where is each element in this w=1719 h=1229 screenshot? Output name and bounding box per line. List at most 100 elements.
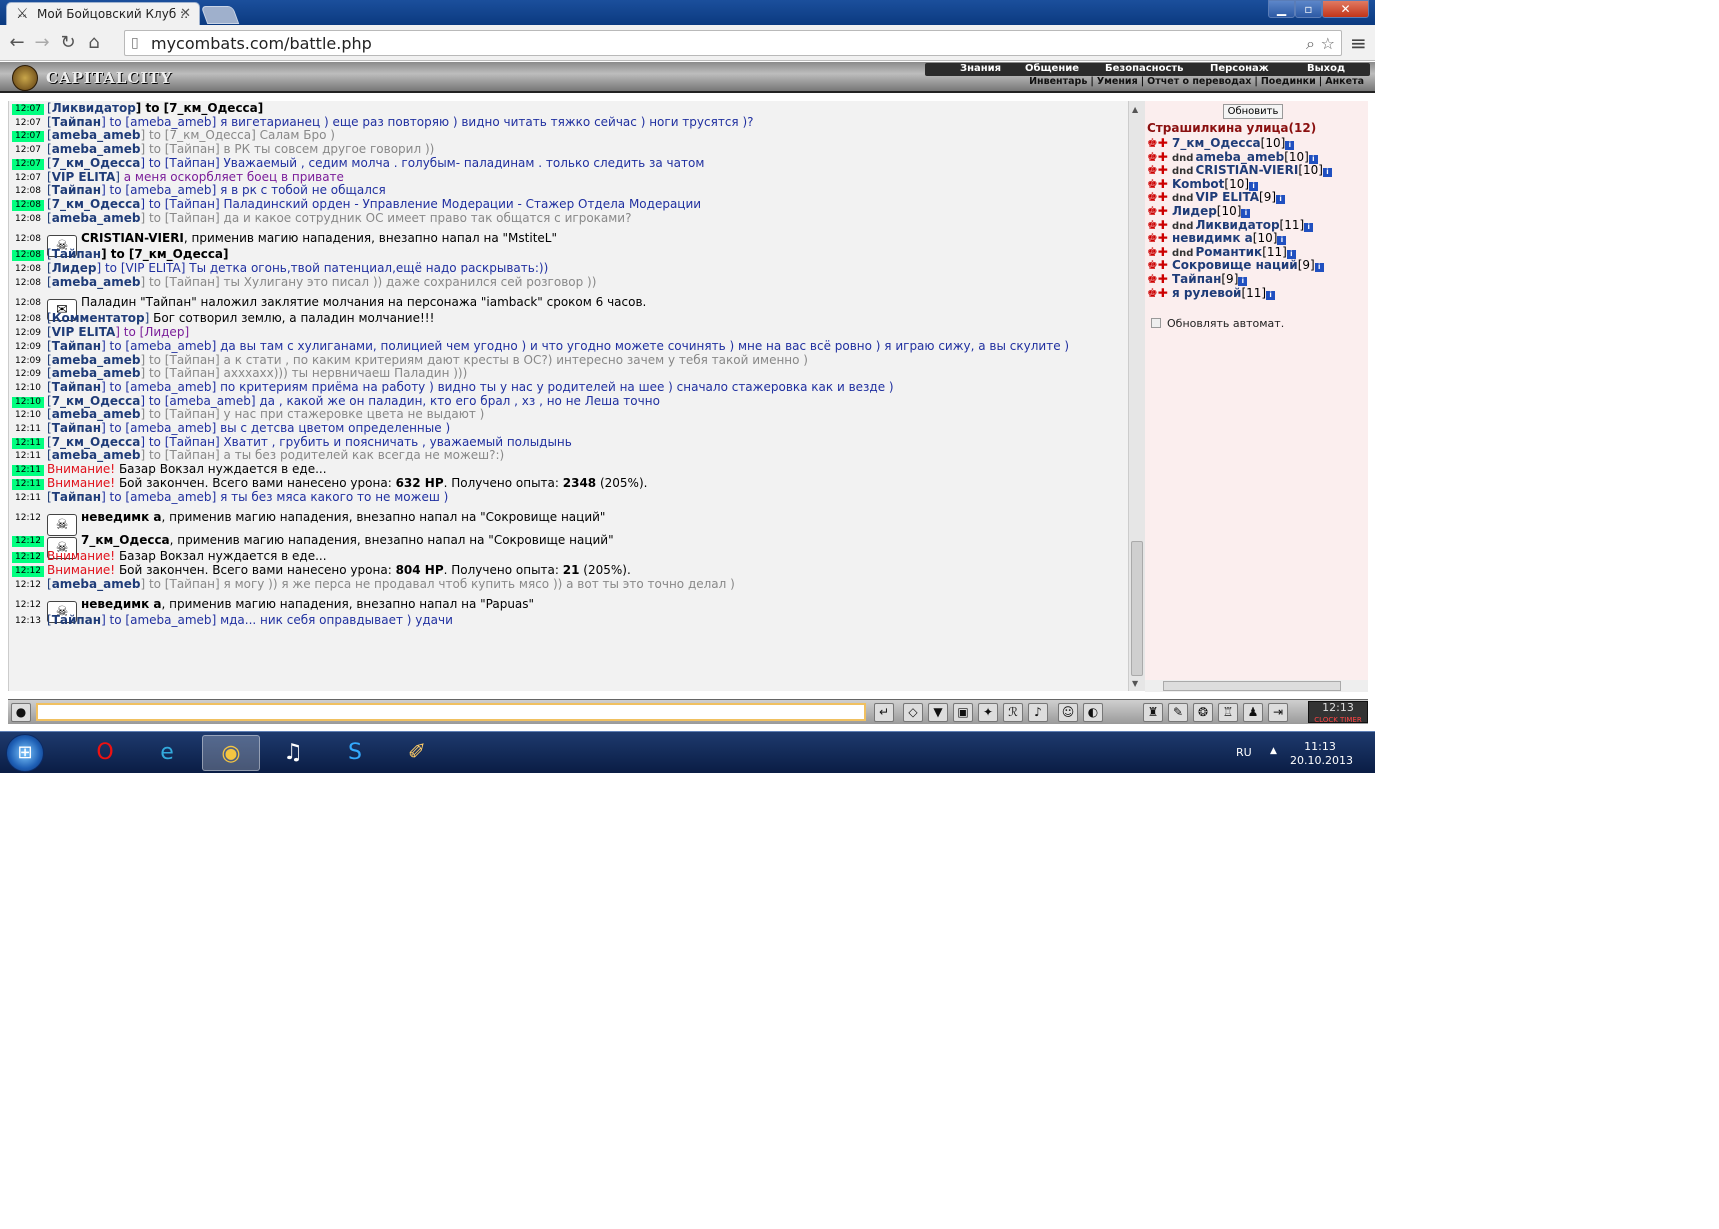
maximize-button[interactable]: ▫: [1295, 0, 1322, 18]
player-name[interactable]: Тайпан: [1172, 272, 1221, 286]
player-name[interactable]: Лидер: [1172, 204, 1217, 218]
browser-tab[interactable]: ⚔ Мой Бойцовский Клуб :: ✕: [6, 2, 200, 25]
scroll-up-icon[interactable]: ▲: [1132, 105, 1138, 114]
chat-timestamp[interactable]: 12:08: [12, 214, 44, 225]
chat-recipient-nick[interactable]: Тайпан: [169, 197, 215, 211]
forward-arrow-icon[interactable]: →: [31, 32, 53, 53]
chat-timestamp[interactable]: 12:08: [12, 186, 44, 197]
chat-recipient-nick[interactable]: ameba_ameb: [130, 183, 211, 197]
chat-sender-nick[interactable]: ameba_ameb: [52, 366, 141, 380]
attacker-nick[interactable]: CRISTIAN-VIERI: [81, 231, 184, 245]
tray-language[interactable]: RU: [1236, 746, 1252, 759]
menu-knowledge[interactable]: Знания: [960, 63, 1001, 74]
chat-recipient-nick[interactable]: ameba_ameb: [130, 339, 211, 353]
attacker-nick[interactable]: неведимк а: [81, 510, 162, 524]
attacker-nick[interactable]: 7_км_Одесса: [81, 533, 170, 547]
chat-recipient-nick[interactable]: 7_км_Одесса: [134, 247, 223, 261]
chat-recipient-nick[interactable]: Тайпан: [170, 353, 216, 367]
player-info-icon[interactable]: i: [1276, 195, 1286, 205]
chat-sender-nick[interactable]: ameba_ameb: [52, 407, 141, 421]
chat-sender-nick[interactable]: ameba_ameb: [52, 275, 141, 289]
sidebar-horizontal-scrollbar[interactable]: [1145, 680, 1368, 692]
player-name[interactable]: Сокровище наций: [1172, 258, 1298, 272]
send-icon[interactable]: ↵: [874, 703, 894, 722]
player-info-icon[interactable]: i: [1304, 222, 1314, 232]
fight-icon[interactable]: ✦: [978, 703, 998, 722]
chat-sender-nick[interactable]: 7_км_Одесса: [52, 394, 141, 408]
chat-timestamp[interactable]: 12:12: [12, 513, 44, 524]
player-info-icon[interactable]: i: [1314, 263, 1324, 273]
save-icon[interactable]: ▣: [953, 703, 973, 722]
game-logo[interactable]: CAPITALCITY: [12, 65, 172, 91]
chat-sender-nick[interactable]: Лидер: [52, 261, 97, 275]
tray-expand-icon[interactable]: ▲: [1270, 746, 1277, 756]
chat-mode-icon[interactable]: ●: [11, 703, 31, 722]
filter-icon[interactable]: ▼: [928, 703, 948, 722]
sound-icon[interactable]: ♪: [1028, 703, 1048, 722]
chat-recipient-nick[interactable]: 7_км_Одесса: [170, 128, 252, 142]
player-status-icon[interactable]: ♚✚: [1147, 286, 1172, 300]
player-status-icon[interactable]: ♚✚: [1147, 231, 1172, 245]
chat-timestamp[interactable]: 12:08: [12, 234, 44, 245]
new-tab-button[interactable]: [200, 6, 240, 24]
chat-timestamp[interactable]: 12:10: [12, 396, 44, 408]
player-name[interactable]: ameba_ameb: [1195, 150, 1284, 164]
player-name[interactable]: Ликвидатор: [1195, 218, 1279, 232]
chat-sender-nick[interactable]: ameba_ameb: [52, 448, 141, 462]
close-window-button[interactable]: ✕: [1322, 0, 1369, 18]
chat-timestamp[interactable]: 12:07: [12, 104, 44, 115]
submenu-inventory[interactable]: Инвентарь: [1026, 76, 1090, 87]
player-entry[interactable]: ♚✚ я рулевой[11] i: [1147, 286, 1276, 301]
tab-close-icon[interactable]: ✕: [180, 6, 191, 21]
chat-recipient-nick[interactable]: Лидер: [144, 325, 184, 339]
chat-sender-nick[interactable]: ameba_ameb: [52, 353, 141, 367]
chat-recipient-nick[interactable]: Тайпан: [170, 275, 216, 289]
chat-timestamp[interactable]: 12:07: [12, 131, 44, 143]
chat-sender-nick[interactable]: 7_км_Одесса: [52, 435, 141, 449]
player-status-icon[interactable]: ♚✚: [1147, 218, 1172, 232]
chat-recipient-nick[interactable]: ameba_ameb: [130, 421, 211, 435]
shop-icon[interactable]: ♟: [1243, 703, 1263, 722]
chat-recipient-nick[interactable]: ameba_ameb: [130, 613, 211, 627]
chat-timestamp[interactable]: 12:10: [12, 383, 44, 394]
audio-taskbar-icon[interactable]: ♫: [264, 735, 322, 771]
chat-recipient-nick[interactable]: 7_км_Одесса: [169, 101, 258, 115]
bookmark-star-icon[interactable]: ☆: [1321, 34, 1335, 53]
player-name[interactable]: VIP ELITA: [1195, 190, 1259, 204]
search-icon[interactable]: ⌕: [1306, 34, 1315, 54]
chat-sender-nick[interactable]: Комментатор: [52, 311, 145, 325]
chat-scrollbar[interactable]: ▲ ▼: [1128, 101, 1145, 691]
ie-taskbar-icon[interactable]: e: [138, 735, 196, 771]
skype-taskbar-icon[interactable]: S: [326, 735, 384, 771]
chat-timestamp[interactable]: 12:07: [12, 173, 44, 184]
chat-sender-nick[interactable]: 7_км_Одесса: [52, 197, 141, 211]
chat-timestamp[interactable]: 12:07: [12, 145, 44, 156]
bag-icon[interactable]: ♜: [1143, 703, 1163, 722]
submenu-profile[interactable]: Анкета: [1322, 76, 1367, 87]
chat-recipient-nick[interactable]: Тайпан: [170, 211, 216, 225]
chat-recipient-nick[interactable]: Тайпан: [170, 407, 216, 421]
menu-communication[interactable]: Общение: [1025, 63, 1079, 74]
player-name[interactable]: невидимк а: [1172, 231, 1253, 245]
scroll-thumb[interactable]: [1131, 541, 1143, 676]
refresh-button[interactable]: Обновить: [1223, 104, 1283, 119]
chat-sender-nick[interactable]: ameba_ameb: [52, 128, 141, 142]
chat-timestamp[interactable]: 12:11: [12, 493, 44, 504]
chat-sender-nick[interactable]: VIP ELITA: [52, 325, 116, 339]
auto-refresh-option[interactable]: Обновлять автомат.: [1151, 317, 1284, 330]
chat-timestamp[interactable]: 12:08: [12, 264, 44, 275]
chat-sender-nick[interactable]: ameba_ameb: [52, 577, 141, 591]
exit-door-icon[interactable]: ⇥: [1268, 703, 1288, 722]
submenu-transfers[interactable]: Отчет о переводах: [1144, 76, 1254, 87]
chat-timestamp[interactable]: 12:11: [12, 478, 44, 490]
player-name[interactable]: Kombot: [1172, 177, 1224, 191]
chat-timestamp[interactable]: 12:12: [12, 580, 44, 591]
chat-sender-nick[interactable]: Тайпан: [52, 613, 101, 627]
chat-recipient-nick[interactable]: ameba_ameb: [130, 490, 211, 504]
chat-timestamp[interactable]: 12:07: [12, 158, 44, 170]
chat-sender-nick[interactable]: Тайпан: [52, 247, 101, 261]
chat-timestamp[interactable]: 12:11: [12, 424, 44, 435]
hscroll-thumb[interactable]: [1163, 681, 1341, 691]
start-button[interactable]: ⊞: [6, 734, 44, 772]
chat-timestamp[interactable]: 12:07: [12, 118, 44, 129]
